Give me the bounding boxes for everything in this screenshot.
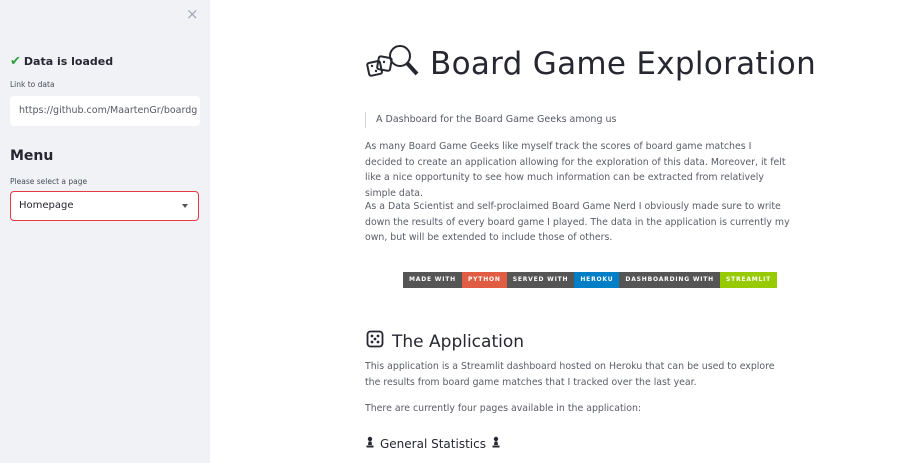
sidebar: × ✔ Data is loaded Link to data https://… [0, 0, 210, 463]
link-label: Link to data [10, 80, 55, 89]
data-loaded-status: ✔ Data is loaded [10, 53, 114, 69]
die-icon [365, 329, 392, 354]
main-content: Board Game Exploration A Dashboard for t… [210, 0, 901, 463]
link-input[interactable]: https://github.com/MaartenGr/boardg [10, 96, 200, 126]
intro-paragraph-2: As a Data Scientist and self-proclaimed … [365, 201, 790, 244]
pawn-icon [365, 436, 380, 451]
application-paragraph: This application is a Streamlit dashboar… [365, 361, 775, 388]
pages-paragraph: There are currently four pages available… [365, 403, 642, 414]
section-heading-application: The Application [365, 329, 524, 354]
dropdown-caret-icon [182, 204, 188, 208]
subsection-title: General Statistics [380, 436, 486, 451]
badge-dashboarding-with[interactable]: DASHBOARDING WITH [619, 272, 720, 288]
title-row: Board Game Exploration [364, 42, 816, 86]
subtitle-quote: A Dashboard for the Board Game Geeks amo… [365, 112, 616, 128]
badge-streamlit[interactable]: STREAMLIT [719, 272, 778, 288]
badge-python[interactable]: PYTHON [461, 272, 507, 288]
select-label: Please select a page [10, 177, 88, 186]
page-select-value: Homepage [19, 200, 74, 211]
status-text: Data is loaded [23, 55, 114, 68]
checkmark-icon: ✔ [10, 53, 21, 69]
close-icon[interactable]: × [186, 7, 199, 22]
page-select[interactable]: Homepage [10, 191, 199, 221]
badge-served-with[interactable]: SERVED WITH [506, 272, 575, 288]
badge-heroku[interactable]: HEROKU [574, 272, 620, 288]
page-title: Board Game Exploration [430, 46, 817, 82]
menu-title: Menu [10, 148, 54, 164]
intro-paragraph-1: As many Board Game Geeks like myself tra… [365, 141, 786, 199]
magnifier-dice-icon [364, 42, 420, 86]
badge-made-with[interactable]: MADE WITH [403, 272, 462, 288]
badges-row: MADE WITH PYTHON SERVED WITH HEROKU DASH… [403, 272, 778, 288]
pawn-icon [486, 436, 501, 451]
subsection-heading-general-statistics: General Statistics [365, 436, 501, 451]
section-title: The Application [392, 331, 525, 352]
